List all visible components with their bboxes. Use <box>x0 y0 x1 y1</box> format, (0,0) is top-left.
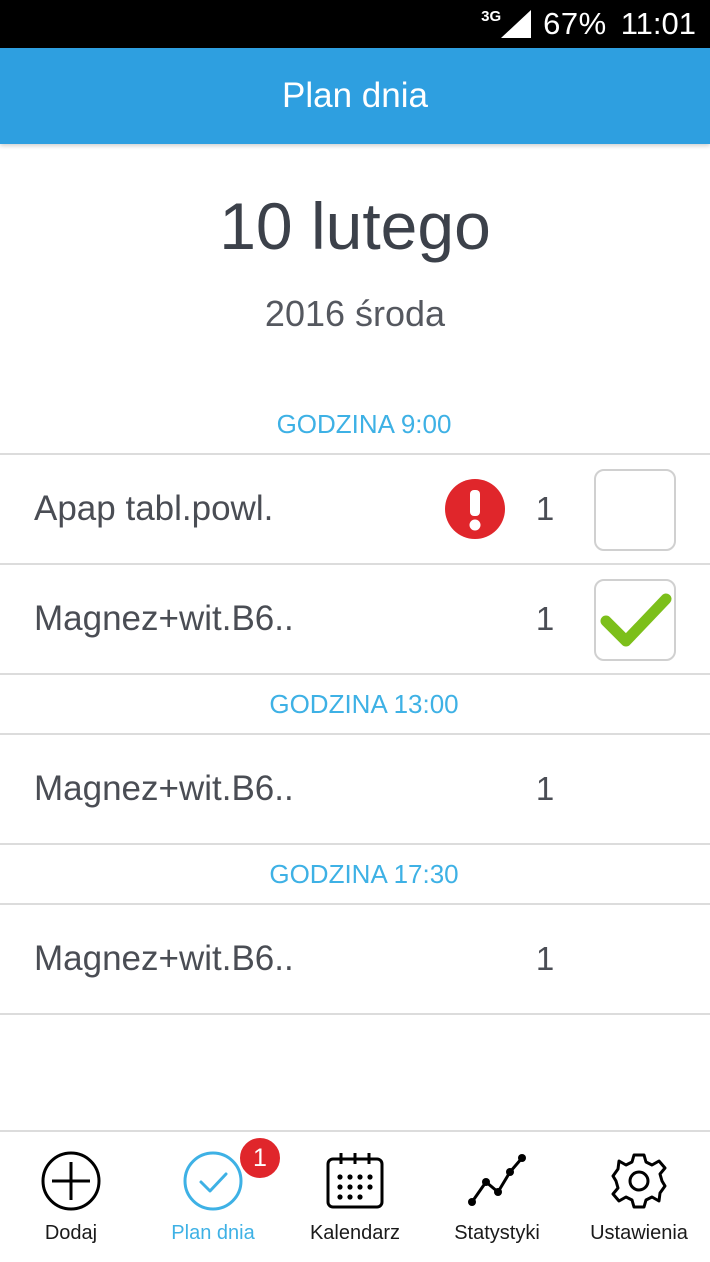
nav-label: Kalendarz <box>309 1222 401 1244</box>
schedule-list: GODZINA 9:00 Apap tabl.powl. 1 Magnez+wi… <box>0 395 710 1015</box>
hour-header: GODZINA 17:30 <box>0 845 710 905</box>
taken-checkbox[interactable] <box>594 579 676 661</box>
battery-level: 67% <box>543 6 607 41</box>
nav-label: Dodaj <box>44 1222 98 1244</box>
app-bar: Plan dnia <box>0 48 710 144</box>
check-circle-icon <box>183 1151 243 1211</box>
list-item[interactable]: Magnez+wit.B6.. 1 <box>0 735 710 845</box>
plus-circle-icon <box>41 1151 101 1211</box>
hour-header: GODZINA 13:00 <box>0 675 710 735</box>
page-title: Plan dnia <box>282 76 428 115</box>
medication-quantity: 1 <box>535 940 555 977</box>
checkmark-icon <box>600 593 672 647</box>
nav-item-statystyki[interactable]: Statystyki <box>426 1132 568 1262</box>
hour-header: GODZINA 9:00 <box>0 395 710 455</box>
status-bar: 3G 67% 11:01 <box>0 0 710 48</box>
date-year-weekday: 2016 środa <box>264 293 446 334</box>
nav-label: Ustawienia <box>590 1222 688 1244</box>
medication-quantity: 1 <box>535 600 555 637</box>
medication-name: Magnez+wit.B6.. <box>34 599 294 638</box>
nav-label: Plan dnia <box>171 1222 255 1244</box>
signal-icon <box>501 10 532 38</box>
list-item[interactable]: Magnez+wit.B6.. 1 <box>0 905 710 1015</box>
gear-icon <box>611 1153 667 1209</box>
network-type: 3G <box>481 7 502 25</box>
list-item[interactable]: Apap tabl.powl. 1 <box>0 455 710 565</box>
notification-badge: 1 <box>238 1136 282 1180</box>
line-chart-icon <box>468 1154 526 1206</box>
clock: 11:01 <box>620 6 696 41</box>
nav-item-ustawienia[interactable]: Ustawienia <box>568 1132 710 1262</box>
list-item[interactable]: Magnez+wit.B6.. 1 <box>0 565 710 675</box>
calendar-icon <box>326 1153 384 1209</box>
medication-name: Magnez+wit.B6.. <box>34 939 294 978</box>
date-day-month: 10 lutego <box>219 189 491 263</box>
medication-quantity: 1 <box>535 490 555 527</box>
medication-name: Apap tabl.powl. <box>34 489 274 528</box>
nav-label: Statystyki <box>454 1222 540 1244</box>
nav-item-kalendarz[interactable]: Kalendarz <box>284 1132 426 1262</box>
bottom-navigation: Dodaj Plan dnia Kalendarz Statystyki Ust… <box>0 1130 710 1262</box>
taken-checkbox[interactable] <box>594 469 676 551</box>
nav-item-dodaj[interactable]: Dodaj <box>0 1132 142 1262</box>
medication-quantity: 1 <box>535 770 555 807</box>
medication-name: Magnez+wit.B6.. <box>34 769 294 808</box>
warning-icon[interactable] <box>444 478 506 540</box>
